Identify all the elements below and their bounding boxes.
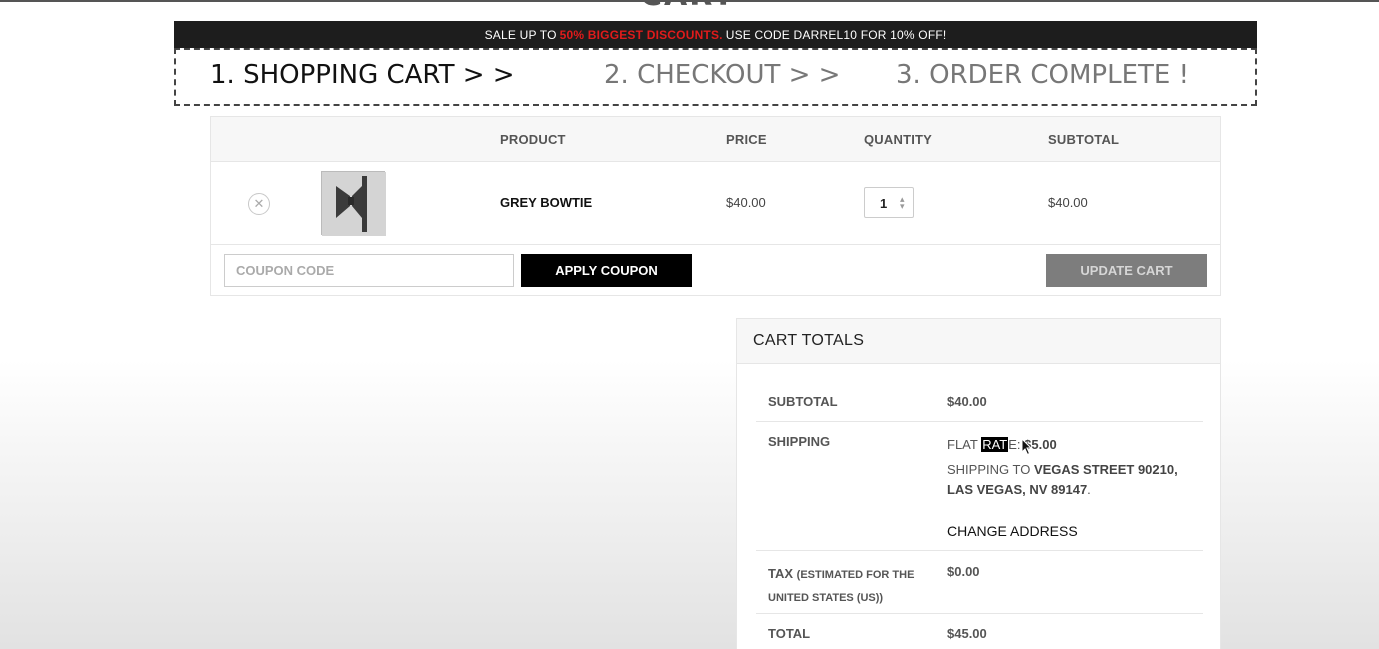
quantity-value[interactable]: 1: [880, 196, 887, 211]
product-subtotal: $40.00: [1048, 195, 1088, 210]
total-label: TOTAL: [768, 626, 811, 641]
update-cart-button[interactable]: UPDATE CART: [1046, 254, 1207, 287]
totals-row-subtotal: SUBTOTAL $40.00: [756, 382, 1203, 422]
sale-banner-suffix: USE CODE DARREL10 FOR 10% OFF!: [725, 27, 947, 42]
stepper-arrows-icon[interactable]: ▴ ▾: [900, 195, 905, 211]
cart-table: PRODUCT PRICE QUANTITY SUBTOTAL ✕ GREY B…: [210, 116, 1221, 296]
shipping-method: FLAT RATE: $5.00: [947, 437, 1197, 452]
coupon-code-input[interactable]: [224, 254, 514, 287]
header-price: PRICE: [726, 132, 767, 147]
shipping-label: SHIPPING: [768, 434, 831, 449]
tax-value: $0.00: [947, 564, 980, 579]
product-thumbnail[interactable]: [321, 171, 386, 236]
apply-coupon-button[interactable]: APPLY COUPON: [521, 254, 692, 287]
mouse-cursor-icon: [1021, 438, 1033, 456]
totals-row-shipping: SHIPPING FLAT RATE: $5.00 SHIPPING TO VE…: [756, 422, 1203, 551]
shipping-address-end: .: [1087, 482, 1091, 497]
sale-banner-prefix: SALE UP TO: [484, 27, 557, 42]
change-address-link[interactable]: CHANGE ADDRESS: [947, 523, 1078, 539]
page-title: CART: [640, 0, 735, 13]
header-product: PRODUCT: [500, 132, 566, 147]
totals-row-total: TOTAL $45.00: [756, 614, 1203, 649]
cart-totals: CART TOTALS SUBTOTAL $40.00 SHIPPING FLA…: [736, 318, 1221, 649]
shipping-to-label: SHIPPING TO: [947, 462, 1034, 477]
close-icon[interactable]: ✕: [248, 193, 270, 215]
selected-text: RAT: [981, 437, 1009, 452]
product-price: $40.00: [726, 195, 766, 210]
product-name[interactable]: GREY BOWTIE: [500, 195, 592, 210]
cart-table-header: PRODUCT PRICE QUANTITY SUBTOTAL: [211, 117, 1220, 162]
tax-label: TAX (ESTIMATED FOR THE UNITED STATES (US)…: [768, 563, 928, 609]
shipping-address-line1: VEGAS STREET 90210,: [1033, 462, 1178, 477]
step-checkout[interactable]: 2. CHECKOUT > >: [604, 60, 840, 90]
subtotal-value: $40.00: [947, 394, 987, 409]
subtotal-label: SUBTOTAL: [768, 394, 838, 409]
step-shopping-cart[interactable]: 1. SHOPPING CART > >: [210, 60, 515, 90]
shipping-method-prefix: FLAT: [947, 437, 982, 452]
shipping-destination: SHIPPING TO VEGAS STREET 90210, LAS VEGAS…: [947, 460, 1197, 500]
tax-note-line2: UNITED STATES (US)): [768, 592, 884, 604]
quantity-stepper[interactable]: 1 ▴ ▾: [864, 187, 914, 218]
checkout-steps: 1. SHOPPING CART > > 2. CHECKOUT > > 3. …: [174, 48, 1257, 106]
totals-row-tax: TAX (ESTIMATED FOR THE UNITED STATES (US)…: [756, 551, 1203, 614]
total-value: $45.00: [947, 626, 987, 641]
tax-note-line1: (ESTIMATED FOR THE: [796, 569, 915, 581]
sale-banner: SALE UP TO 50% BIGGEST DISCOUNTS. USE CO…: [174, 21, 1257, 48]
cart-actions: APPLY COUPON UPDATE CART: [211, 245, 1220, 297]
shipping-address-line2: LAS VEGAS, NV 89147: [947, 482, 1088, 497]
table-row: ✕ GREY BOWTIE $40.00 1 ▴ ▾ $40.00: [211, 162, 1220, 245]
header-quantity: QUANTITY: [864, 132, 933, 147]
header-subtotal: SUBTOTAL: [1048, 132, 1120, 147]
step-order-complete: 3. ORDER COMPLETE !: [896, 60, 1190, 90]
sale-banner-highlight: 50% BIGGEST DISCOUNTS.: [559, 27, 723, 42]
cart-totals-heading: CART TOTALS: [737, 319, 1220, 364]
tax-label-text: TAX: [768, 566, 794, 581]
